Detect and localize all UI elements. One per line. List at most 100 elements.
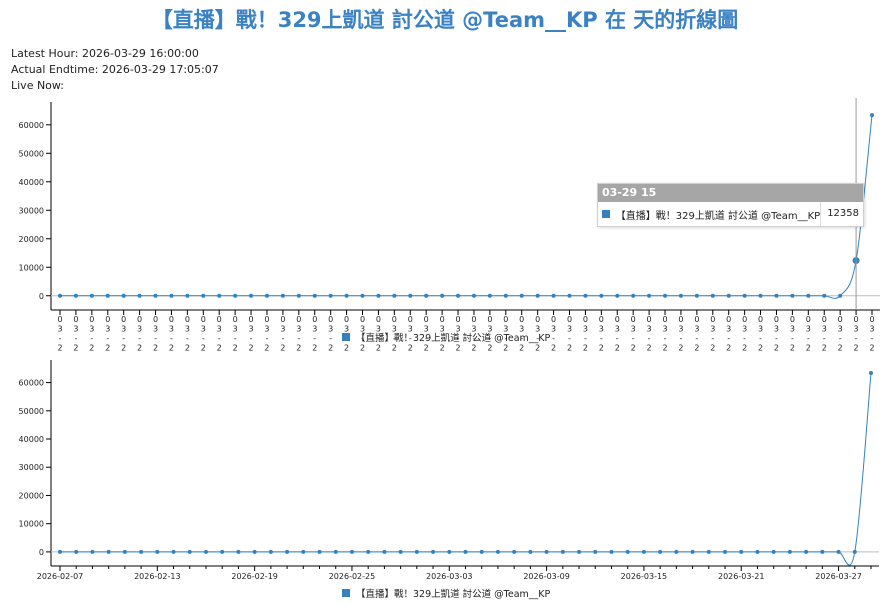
x-tick-label-char: - <box>664 334 667 343</box>
x-tick-label-char: 2 <box>121 344 126 353</box>
x-tick-label-char: 3 <box>869 325 874 334</box>
x-tick-label-char: 3 <box>678 325 683 334</box>
tooltip-series-name: 【直播】戰！329上凱道 討公道 @Team__KP <box>615 210 821 222</box>
x-tick-label-char: 2 <box>312 344 317 353</box>
x-tick-label-char: 0 <box>408 315 413 324</box>
x-tick-label-char: 3 <box>344 325 349 334</box>
x-tick-label-char: 0 <box>471 315 476 324</box>
data-point <box>567 293 572 298</box>
data-point <box>58 549 62 554</box>
data-point <box>169 293 174 298</box>
data-point <box>512 549 517 554</box>
x-tick-label-char: 0 <box>822 315 827 324</box>
data-point <box>479 549 484 554</box>
x-tick-label-char: 2 <box>105 344 110 353</box>
data-point <box>820 549 825 554</box>
x-tick-label-char: 3 <box>201 325 206 334</box>
data-point <box>609 549 614 554</box>
legend-swatch <box>342 333 350 341</box>
x-tick-label-char: - <box>632 334 635 343</box>
data-point <box>89 293 94 298</box>
x-tick-label-char: 2 <box>869 344 874 353</box>
data-point <box>236 549 241 554</box>
x-tick-label-char: - <box>266 334 269 343</box>
x-tick-label-char: 0 <box>153 315 158 324</box>
data-point <box>296 293 301 298</box>
x-tick-label-char: 2 <box>328 344 333 353</box>
x-tick-label-char: 0 <box>631 315 636 324</box>
x-tick-label-char: - <box>186 334 189 343</box>
x-tick-label-char: 3 <box>742 325 747 334</box>
x-tick-label-char: 2 <box>854 344 859 353</box>
data-point <box>647 293 652 298</box>
data-point <box>187 549 192 554</box>
x-tick-label-char: 2 <box>376 344 381 353</box>
y-tick-label: 50000 <box>19 149 44 158</box>
x-tick-label-char: 0 <box>854 315 859 324</box>
x-tick-label-char: 3 <box>710 325 715 334</box>
x-tick-label-char: - <box>791 334 794 343</box>
data-point <box>870 113 874 118</box>
data-point <box>137 293 142 298</box>
data-point <box>551 293 556 298</box>
data-point <box>456 293 461 298</box>
x-tick-label-char: 3 <box>249 325 254 334</box>
x-tick-label-char: 2 <box>487 344 492 353</box>
x-tick-label: 2026-02-25 <box>329 572 376 581</box>
data-point <box>155 549 160 554</box>
x-tick-label-char: 3 <box>694 325 699 334</box>
data-point <box>487 293 492 298</box>
legend-label: 【直播】戰！329上凱道 討公道 @Team__KP <box>356 332 551 344</box>
x-tick-label-char: 2 <box>169 344 174 353</box>
data-point <box>74 549 79 554</box>
x-tick-label-char: 2 <box>774 344 779 353</box>
x-tick-label-char: 2 <box>280 344 285 353</box>
data-point <box>694 293 699 298</box>
x-tick-label-char: - <box>871 334 874 343</box>
x-tick-label-char: 2 <box>535 344 540 353</box>
x-tick-label-char: 3 <box>169 325 174 334</box>
x-tick-label-char: 2 <box>153 344 158 353</box>
x-tick-label-char: 0 <box>503 315 508 324</box>
data-point <box>349 549 354 554</box>
data-point <box>519 293 524 298</box>
data-point <box>285 549 290 554</box>
data-point <box>382 549 387 554</box>
x-tick-label-char: 3 <box>838 325 843 334</box>
data-point <box>233 293 238 298</box>
data-point <box>408 293 413 298</box>
x-tick-label-char: 0 <box>296 315 301 324</box>
actual-endtime-text: Actual Endtime: 2026-03-29 17:05:07 <box>11 63 219 76</box>
data-point <box>268 549 273 554</box>
x-tick-label-char: - <box>759 334 762 343</box>
x-tick-label-char: 0 <box>217 315 222 324</box>
x-tick-label-char: - <box>648 334 651 343</box>
x-tick-label-char: - <box>839 334 842 343</box>
data-point <box>836 549 841 554</box>
x-tick-label-char: 2 <box>742 344 747 353</box>
y-tick-label: 10000 <box>19 263 44 272</box>
x-tick-label-char: 3 <box>822 325 827 334</box>
data-point <box>463 549 468 554</box>
x-tick-label-char: 0 <box>710 315 715 324</box>
x-tick-label-char: - <box>170 334 173 343</box>
data-point <box>106 549 111 554</box>
data-point <box>723 549 728 554</box>
data-point <box>139 549 144 554</box>
data-point <box>560 549 565 554</box>
data-point <box>360 293 365 298</box>
x-tick-label-char: 3 <box>854 325 859 334</box>
x-tick-label-char: 0 <box>440 315 445 324</box>
x-tick-label-char: 2 <box>551 344 556 353</box>
x-tick-label-char: 2 <box>455 344 460 353</box>
y-tick-label: 40000 <box>19 178 44 187</box>
x-tick-label-char: 2 <box>583 344 588 353</box>
chart-tooltip: 03-29 15 【直播】戰！329上凱道 討公道 @Team__KP 1235… <box>597 183 864 227</box>
data-point <box>690 549 695 554</box>
x-tick-label: 2026-03-03 <box>426 572 473 581</box>
x-tick-label: 2026-02-13 <box>134 572 181 581</box>
x-tick-label-char: 0 <box>519 315 524 324</box>
x-tick-label-char: 0 <box>758 315 763 324</box>
x-tick-label-char: 2 <box>201 344 206 353</box>
data-point <box>852 549 857 554</box>
